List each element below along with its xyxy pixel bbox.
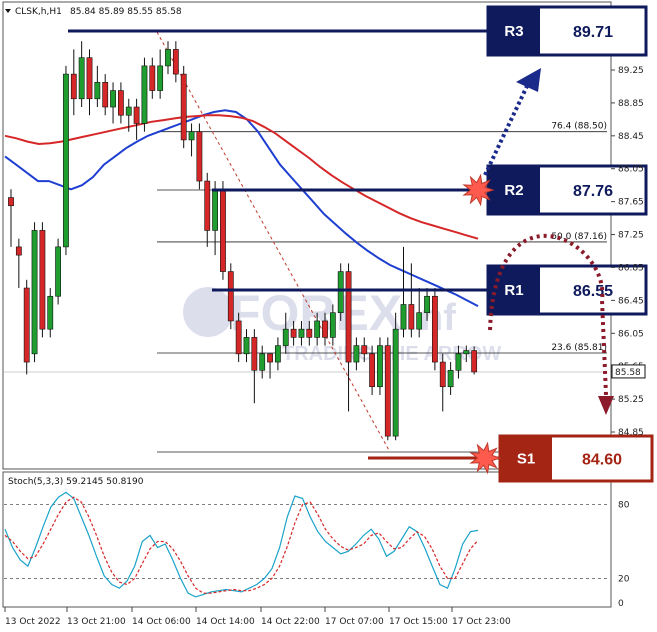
candle-body — [392, 328, 399, 437]
candle-body — [8, 197, 14, 207]
candle-body — [204, 180, 211, 231]
candle-body — [259, 353, 266, 371]
candle-body — [47, 295, 54, 330]
candle-body — [110, 90, 116, 108]
candle-body — [251, 337, 258, 371]
r2-level-value: 87.76 — [573, 183, 613, 200]
candle-body — [118, 90, 124, 116]
candle-body — [322, 320, 328, 338]
candle-body — [235, 320, 242, 355]
candle-body — [39, 230, 46, 330]
candle-body — [23, 287, 30, 363]
candle-body — [188, 131, 195, 141]
r1-level-value: 86.55 — [573, 283, 613, 300]
fib-label: 76.4 (88.50) — [551, 122, 607, 132]
stoch-tick-label: 80 — [618, 501, 630, 511]
candle-body — [314, 320, 321, 338]
price-tick-label: 86.45 — [618, 296, 644, 306]
time-tick-label: 13 Oct 2022 — [5, 617, 61, 627]
price-tick-label: 87.25 — [618, 231, 644, 241]
candle-body — [416, 312, 423, 330]
stoch-readout: Stoch(5,3,3) 59.2145 50.8190 — [8, 477, 144, 487]
candle-body — [212, 188, 218, 231]
candle-body — [447, 369, 454, 388]
ohlc-readout: 85.84 85.89 85.55 85.58 — [70, 7, 182, 17]
candle-body — [94, 82, 101, 100]
price-tick-label: 88.05 — [618, 165, 644, 175]
candle-body — [463, 350, 470, 355]
candle-body — [471, 350, 478, 373]
candle-body — [70, 73, 77, 100]
stoch-tick-label: 0 — [618, 599, 624, 609]
price-tick-label: 84.85 — [618, 428, 644, 438]
symbol-label: CLSK,h,H1 — [15, 7, 62, 17]
candle-body — [400, 304, 407, 330]
candle-body — [431, 295, 438, 363]
price-tick-label: 88.85 — [618, 99, 644, 109]
time-tick-label: 14 Oct 22:00 — [261, 617, 320, 627]
candle-body — [455, 353, 462, 371]
candle-body — [55, 246, 61, 297]
candle-body — [353, 345, 360, 363]
candle-body — [377, 345, 383, 388]
price-tick-label: 87.65 — [618, 198, 644, 208]
s1-level-name: S1 — [517, 451, 535, 468]
candle-body — [31, 230, 38, 355]
candle-body — [149, 65, 156, 91]
r2-level-name: R2 — [504, 182, 523, 199]
price-tick-label: 89.25 — [618, 66, 644, 76]
candle-body — [345, 271, 352, 363]
r3-level-name: R3 — [504, 23, 523, 40]
candle-body — [274, 345, 281, 363]
time-tick-label: 17 Oct 07:00 — [325, 617, 384, 627]
candle-body — [306, 328, 313, 338]
price-tick-label: 85.25 — [618, 395, 644, 405]
time-tick-label: 13 Oct 21:00 — [67, 617, 126, 627]
stoch-tick-label: 20 — [618, 574, 630, 584]
candle-body — [384, 345, 391, 437]
current-price-label: 85.58 — [615, 368, 641, 378]
candle-body — [243, 337, 250, 355]
watermark-logo-icon — [183, 287, 233, 337]
candle-body — [165, 49, 171, 67]
price-tick-label: 86.05 — [618, 329, 644, 339]
price-tick-label: 86.85 — [618, 263, 644, 273]
r1-level-name: R1 — [504, 282, 523, 299]
candle-body — [196, 131, 203, 182]
price-tick-label: 88.45 — [618, 132, 644, 142]
candle-body — [439, 361, 446, 388]
fib-label: 23.6 (85.81) — [551, 343, 607, 353]
candle-body — [298, 328, 305, 338]
time-tick-label: 14 Oct 14:00 — [196, 617, 255, 627]
candle-body — [290, 328, 297, 338]
candle-body — [282, 328, 289, 346]
candle-body — [86, 57, 93, 100]
candle-body — [78, 57, 85, 100]
s1-level-value: 84.60 — [582, 452, 622, 469]
candle-body — [133, 106, 140, 124]
time-tick-label: 14 Oct 06:00 — [132, 617, 191, 627]
trading-chart: FOREX nf TRADING THE ARROW 76.4 (88.50)5… — [0, 0, 657, 632]
candle-body — [180, 73, 187, 141]
candle-body — [361, 345, 368, 355]
candle-body — [329, 312, 336, 338]
candle-body — [369, 353, 375, 388]
candle-body — [220, 188, 226, 272]
r3-level-value: 89.71 — [573, 24, 613, 41]
candle-body — [125, 106, 132, 116]
candle-body — [408, 304, 415, 330]
candle-body — [157, 65, 164, 91]
candle-body — [102, 82, 109, 108]
time-tick-label: 17 Oct 15:00 — [389, 617, 448, 627]
candle-body — [141, 65, 148, 124]
candle-body — [424, 295, 430, 314]
candle-body — [337, 271, 344, 314]
candle-body — [172, 49, 179, 75]
candle-body — [63, 73, 69, 248]
candle-body — [267, 353, 273, 363]
candle-body — [227, 271, 234, 322]
time-tick-label: 17 Oct 23:00 — [452, 617, 511, 627]
candle-body — [15, 246, 22, 256]
